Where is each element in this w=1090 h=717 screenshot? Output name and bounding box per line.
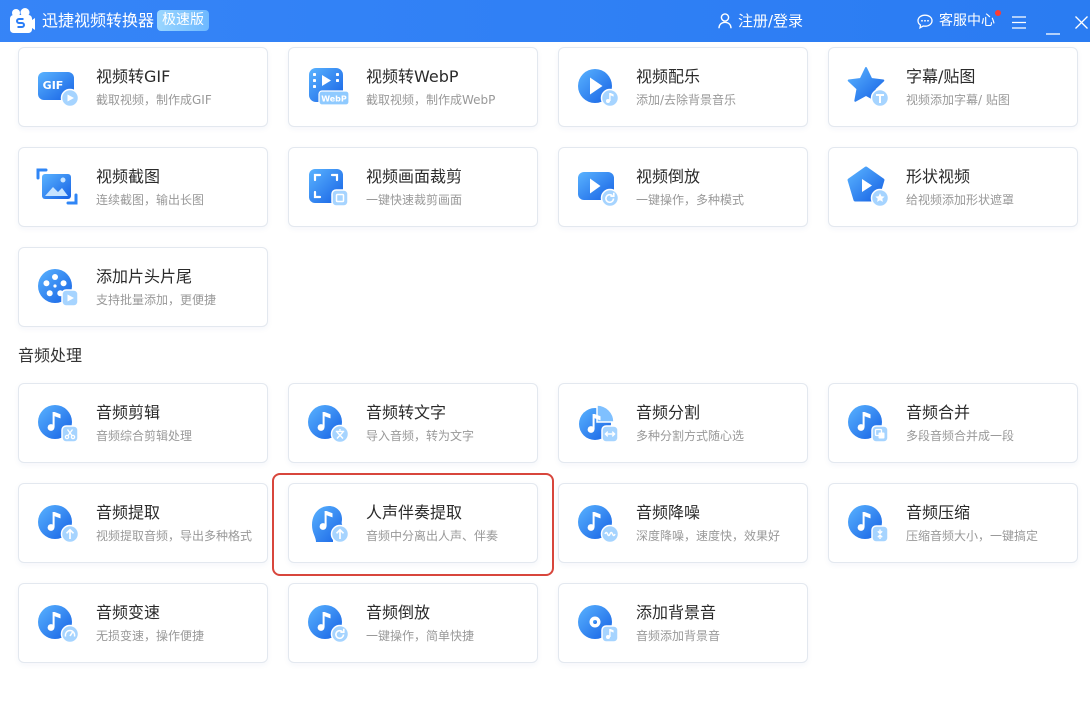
intro-outro-icon <box>36 265 80 309</box>
audio-denoise-icon <box>576 501 620 545</box>
audio-tools-grid: 音频剪辑 音频综合剪辑处理 音频转文字 导入音频，转为文字 音频分割 多种分割方式随心选音… <box>18 383 1078 663</box>
tool-description: 给视频添加形状遮罩 <box>906 193 1015 207</box>
tool-title: 音频变速 <box>96 603 161 622</box>
tool-title: 视频截图 <box>96 167 161 186</box>
tool-description: 添加/去除背景音乐 <box>636 93 737 107</box>
app-title: 迅捷视频转换器 <box>42 11 155 30</box>
video-tools-grid: GIF 视频转GIF 截取视频，制作成GIF WebP 视频转WebP 截取视频，制作成W… <box>18 47 1078 327</box>
icon-label: WebP <box>321 95 347 104</box>
tool-title: 音频倒放 <box>366 603 431 622</box>
tool-description: 视频提取音频，导出多种格式 <box>96 529 253 543</box>
login-button[interactable]: 注册/登录 <box>718 10 803 32</box>
add-bgm-tool-card[interactable]: 添加背景音音频添加背景音 <box>558 583 808 663</box>
audio-merge-tool-card[interactable]: 音频合并多段音频合并成一段 <box>828 383 1078 463</box>
subtitle-sticker-icon <box>846 65 890 109</box>
tool-title: 音频剪辑 <box>96 403 161 422</box>
video-reverse-tool-card[interactable]: 视频倒放一键操作，多种模式 <box>558 147 808 227</box>
tool-description: 一键快速裁剪画面 <box>366 193 463 207</box>
audio-compress-icon <box>846 501 890 545</box>
vocal-extract-tool-card[interactable]: 人声伴奏提取音频中分离出人声、伴奏 <box>272 473 554 576</box>
audio-denoise-tool-card[interactable]: 音频降噪深度降噪，速度快，效果好 <box>558 483 808 563</box>
close-icon[interactable] <box>1075 14 1088 29</box>
user-icon <box>718 13 732 29</box>
screenshot-tool-card[interactable]: 视频截图连续截图，输出长图 <box>18 147 268 227</box>
notification-dot <box>995 10 1001 16</box>
edition-badge: 极速版 <box>157 10 209 31</box>
video-music-tool-card[interactable]: 视频配乐添加/去除背景音乐 <box>558 47 808 127</box>
tool-title: 添加背景音 <box>636 603 717 622</box>
tool-description: 压缩音频大小，一键搞定 <box>906 529 1039 543</box>
tool-title: 音频分割 <box>636 403 701 422</box>
chat-icon <box>917 14 933 29</box>
customer-service-label: 客服中心 <box>939 13 995 29</box>
tool-description: 音频中分离出人声、伴奏 <box>366 529 499 543</box>
tool-description: 一键操作，多种模式 <box>636 193 745 207</box>
audio-reverse-tool-card[interactable]: 音频倒放一键操作，简单快捷 <box>288 583 538 663</box>
audio-compress-tool-card[interactable]: 音频压缩压缩音频大小，一键搞定 <box>828 483 1078 563</box>
video-music-icon <box>576 65 620 109</box>
audio-merge-icon <box>846 401 890 445</box>
app-logo-icon <box>8 7 36 35</box>
tool-description: 连续截图，输出长图 <box>96 193 205 207</box>
tool-title: 视频转GIF <box>96 67 171 86</box>
tool-title: 音频提取 <box>96 503 161 522</box>
tool-description: 无损变速，操作便捷 <box>96 629 205 643</box>
audio-cut-icon <box>36 401 80 445</box>
tool-title: 视频画面裁剪 <box>366 167 463 186</box>
tool-title: 视频配乐 <box>636 67 701 86</box>
add-bgm-icon <box>576 601 620 645</box>
customer-service-button[interactable]: 客服中心 <box>917 10 995 32</box>
vocal-extract-icon <box>306 501 350 545</box>
audio-section-heading: 音频处理 <box>18 346 83 365</box>
audio-speed-icon <box>36 601 80 645</box>
icon-label: GIF <box>43 79 64 92</box>
webp-tool-card[interactable]: WebP 视频转WebP 截取视频，制作成WebP <box>288 47 538 127</box>
audio-split-icon <box>576 401 620 445</box>
subtitle-sticker-tool-card[interactable]: 字幕/贴图视频添加字幕/ 贴图 <box>828 47 1078 127</box>
crop-icon <box>306 165 350 209</box>
tool-title: 人声伴奏提取 <box>366 503 463 522</box>
tool-description: 视频添加字幕/ 贴图 <box>906 93 1010 107</box>
tool-description: 音频综合剪辑处理 <box>96 429 193 443</box>
audio-extract-icon <box>36 501 80 545</box>
crop-tool-card[interactable]: 视频画面裁剪一键快速裁剪画面 <box>288 147 538 227</box>
gif-icon: GIF <box>36 65 80 109</box>
tool-title: 音频降噪 <box>636 503 701 522</box>
tool-title: 音频压缩 <box>906 503 971 522</box>
gif-tool-card[interactable]: GIF 视频转GIF 截取视频，制作成GIF <box>18 47 268 127</box>
tool-description: 多种分割方式随心选 <box>636 429 745 443</box>
webp-icon: WebP <box>306 65 350 109</box>
shape-video-icon <box>846 165 890 209</box>
login-label: 注册/登录 <box>738 12 804 30</box>
tool-description: 一键操作，简单快捷 <box>366 629 475 643</box>
intro-outro-tool-card[interactable]: 添加片头片尾支持批量添加，更便捷 <box>18 247 268 327</box>
tool-title: 添加片头片尾 <box>96 267 193 286</box>
video-reverse-icon <box>576 165 620 209</box>
audio-extract-tool-card[interactable]: 音频提取视频提取音频，导出多种格式 <box>18 483 268 563</box>
audio-to-text-tool-card[interactable]: 音频转文字导入音频，转为文字 <box>288 383 538 463</box>
tool-description: 音频添加背景音 <box>636 629 721 643</box>
screenshot-icon <box>36 165 80 209</box>
audio-to-text-icon <box>306 401 350 445</box>
minimize-icon[interactable] <box>1046 20 1060 35</box>
tool-title: 音频转文字 <box>366 403 447 422</box>
audio-cut-tool-card[interactable]: 音频剪辑音频综合剪辑处理 <box>18 383 268 463</box>
audio-speed-tool-card[interactable]: 音频变速无损变速，操作便捷 <box>18 583 268 663</box>
tool-description: 深度降噪，速度快，效果好 <box>636 529 781 543</box>
title-bar: 迅捷视频转换器 极速版 注册/登录 客服中心 <box>0 0 1090 42</box>
audio-reverse-icon <box>306 601 350 645</box>
shape-video-tool-card[interactable]: 形状视频给视频添加形状遮罩 <box>828 147 1078 227</box>
tool-description: 截取视频，制作成GIF <box>96 93 212 107</box>
tool-description: 导入音频，转为文字 <box>366 429 475 443</box>
tool-title: 形状视频 <box>906 167 971 186</box>
tool-description: 截取视频，制作成WebP <box>366 93 496 107</box>
tool-description: 多段音频合并成一段 <box>906 429 1015 443</box>
audio-split-tool-card[interactable]: 音频分割多种分割方式随心选 <box>558 383 808 463</box>
menu-icon[interactable] <box>1012 14 1026 29</box>
tool-title: 视频转WebP <box>366 67 459 86</box>
tool-title: 字幕/贴图 <box>906 67 976 86</box>
tool-title: 音频合并 <box>906 403 971 422</box>
tool-description: 支持批量添加，更便捷 <box>96 293 217 307</box>
tool-title: 视频倒放 <box>636 167 701 186</box>
